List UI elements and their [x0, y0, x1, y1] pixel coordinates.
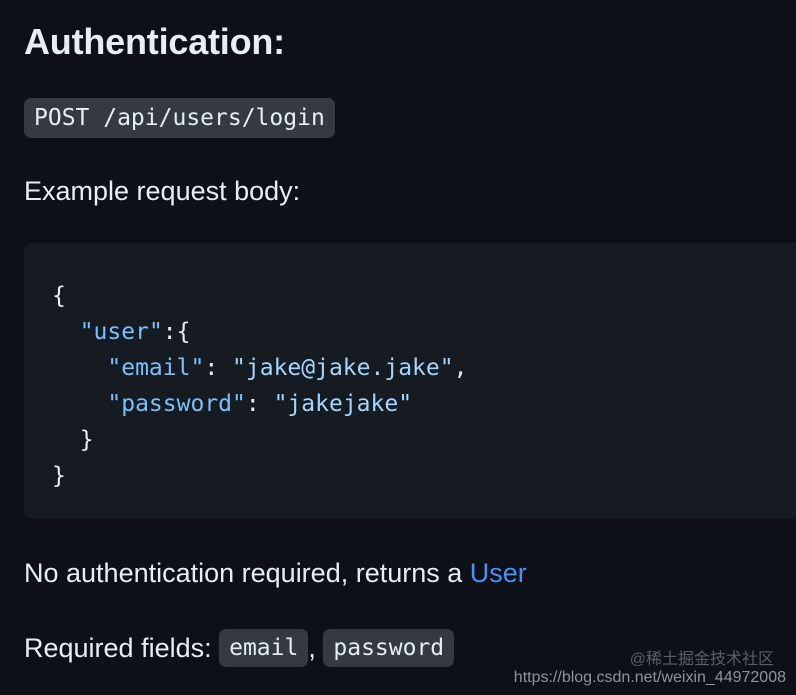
user-link[interactable]: User	[470, 558, 527, 588]
required-fields-label: Required fields:	[24, 633, 220, 663]
code-line: "password": "jakejake"	[52, 386, 467, 422]
example-label: Example request body:	[24, 176, 301, 206]
watermark-brand: @稀土掘金技术社区	[629, 651, 774, 668]
code-content: { "user":{ "email": "jake@jake.jake", "p…	[52, 278, 467, 494]
fields-separator: ,	[308, 633, 324, 663]
no-auth-text: No authentication required, returns a	[24, 558, 470, 588]
code-token: }	[52, 427, 94, 453]
endpoint-inline-code: POST /api/users/login	[24, 98, 335, 138]
json-string-token: "jake@jake.jake"	[232, 355, 454, 381]
code-token: ,	[453, 355, 468, 381]
json-string-token: "jakejake"	[273, 391, 413, 417]
code-token: {	[52, 283, 66, 309]
json-key-token: "password"	[107, 391, 246, 417]
password-inline-code: password	[323, 628, 455, 667]
code-line: }	[52, 458, 467, 494]
required-fields-paragraph: Required fields: email, password	[24, 628, 455, 669]
code-token: }	[52, 463, 66, 489]
code-line: "user":{	[52, 314, 467, 350]
code-token: :	[204, 355, 233, 381]
json-key-token: "user"	[79, 319, 163, 345]
code-block: { "user":{ "email": "jake@jake.jake", "p…	[24, 243, 796, 519]
code-line: "email": "jake@jake.jake",	[52, 350, 467, 386]
watermark: @稀土掘金技术社区 https://blog.csdn.net/weixin_4…	[514, 651, 786, 687]
json-key-token: "email"	[107, 355, 205, 381]
no-auth-paragraph: No authentication required, returns a Us…	[24, 555, 527, 591]
watermark-url: https://blog.csdn.net/weixin_44972008	[513, 669, 786, 686]
code-token: :	[245, 391, 274, 417]
code-line: }	[52, 422, 467, 458]
email-inline-code: email	[219, 628, 309, 667]
code-token: :{	[162, 319, 191, 345]
code-line: {	[52, 278, 467, 314]
section-heading: Authentication:	[24, 21, 285, 62]
